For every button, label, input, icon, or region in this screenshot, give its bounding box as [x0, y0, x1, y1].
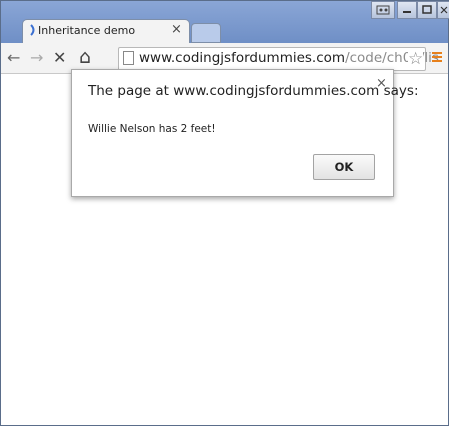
address-bar[interactable]: www.codingjsfordummies.com/code/ch08/lis… — [118, 47, 439, 71]
profile-button[interactable] — [371, 1, 395, 19]
browser-window: Inheritance demo × ← → ✕ ⌂ www.codingjsf… — [0, 0, 449, 426]
url-text: www.codingjsfordummies.com/code/ch08/lis — [139, 50, 439, 66]
chrome-menu-icon[interactable] — [430, 49, 444, 65]
profile-icon — [376, 5, 390, 15]
url-path: /code/ch08/lis — [345, 50, 439, 66]
dialog-title: The page at www.codingjsfordummies.com s… — [88, 83, 419, 99]
tab-close-icon[interactable]: × — [171, 22, 182, 37]
home-icon[interactable]: ⌂ — [79, 46, 91, 68]
ok-button[interactable]: OK — [313, 154, 375, 180]
page-icon — [123, 51, 134, 65]
close-window-button[interactable] — [437, 1, 449, 19]
loading-spinner-icon — [30, 24, 35, 36]
maximize-button[interactable] — [417, 1, 437, 19]
url-host: www.codingjsfordummies.com — [139, 50, 346, 66]
dialog-message: Willie Nelson has 2 feet! — [88, 123, 216, 135]
maximize-icon — [422, 5, 432, 14]
window-frame: Inheritance demo × — [1, 1, 449, 44]
close-icon — [440, 6, 448, 14]
alert-dialog: The page at www.codingjsfordummies.com s… — [71, 69, 419, 197]
stop-icon[interactable]: ✕ — [53, 48, 66, 67]
minimize-icon — [403, 11, 411, 13]
back-icon[interactable]: ← — [7, 48, 20, 67]
forward-icon[interactable]: → — [30, 48, 43, 67]
window-controls — [371, 1, 449, 19]
dialog-close-icon[interactable]: × — [376, 76, 387, 91]
bookmark-star-icon[interactable]: ☆ — [408, 49, 424, 69]
browser-tab[interactable]: Inheritance demo × — [22, 19, 190, 44]
tab-title: Inheritance demo — [38, 24, 136, 37]
minimize-button[interactable] — [397, 1, 417, 19]
new-tab-button[interactable] — [191, 23, 221, 43]
